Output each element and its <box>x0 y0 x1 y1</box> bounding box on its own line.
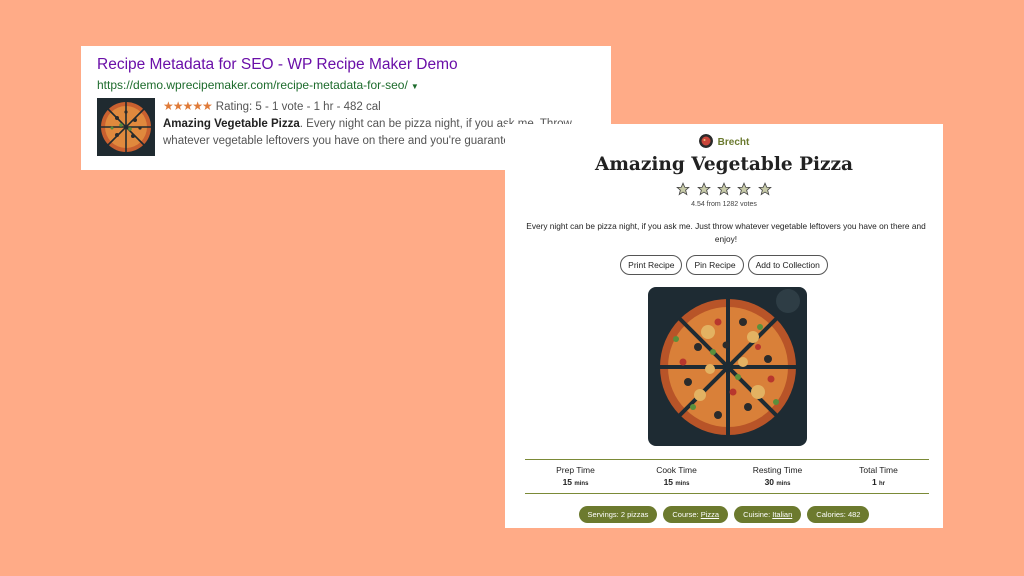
search-result-url[interactable]: https://demo.wprecipemaker.com/recipe-me… <box>97 78 597 92</box>
author-avatar <box>698 134 713 148</box>
prep-time-value: 15 mins <box>562 477 589 487</box>
recipe-card: Brecht Amazing Vegetable Pizza 4.54 from… <box>505 124 943 528</box>
star-icon[interactable] <box>737 182 752 196</box>
recipe-tags: Servings: 2 pizzas Course: Pizza Cuisine… <box>505 506 943 523</box>
author-name[interactable]: Brecht <box>718 137 750 148</box>
total-time-label: Total Time <box>859 465 898 475</box>
recipe-buttons: Print Recipe Pin Recipe Add to Collectio… <box>505 255 943 275</box>
recipe-image <box>648 287 807 446</box>
rating-stars-icon: ★★★★★ <box>163 99 213 113</box>
prep-time-label: Prep Time <box>556 465 595 475</box>
pizza-thumbnail <box>97 98 155 156</box>
prep-time: Prep Time 15 mins <box>525 460 626 493</box>
dropdown-caret-icon[interactable]: ▼ <box>411 82 419 91</box>
star-icon[interactable] <box>696 182 711 196</box>
recipe-summary: Every night can be pizza night, if you a… <box>526 221 926 244</box>
add-to-collection-button[interactable]: Add to Collection <box>747 255 828 275</box>
calories-tag: Calories: 482 <box>807 506 870 523</box>
resting-time: Resting Time 30 mins <box>727 460 828 493</box>
star-icon[interactable] <box>717 182 731 196</box>
cook-time: Cook Time 15 mins <box>626 460 727 493</box>
search-result-title[interactable]: Recipe Metadata for SEO - WP Recipe Make… <box>97 56 597 74</box>
search-result-rating-meta: Rating: 5 - 1 vote - 1 hr - 482 cal <box>215 101 381 113</box>
resting-time-value: 30 mins <box>764 477 791 487</box>
course-tag: Course: Pizza <box>663 506 729 523</box>
cuisine-link[interactable]: Italian <box>772 510 792 519</box>
recipe-times: Prep Time 15 mins Cook Time 15 mins Rest… <box>525 459 929 494</box>
rating-stars[interactable] <box>505 182 943 201</box>
total-time: Total Time 1 hr <box>828 460 929 493</box>
snippet-recipe-name: Amazing Vegetable Pizza <box>163 118 300 130</box>
rating-votes: 4.54 from 1282 votes <box>691 201 757 208</box>
resting-time-label: Resting Time <box>752 465 803 475</box>
star-icon[interactable] <box>758 182 772 196</box>
cuisine-tag: Cuisine: Italian <box>734 506 802 523</box>
pin-recipe-button[interactable]: Pin Recipe <box>686 255 744 275</box>
recipe-title: Amazing Vegetable Pizza <box>594 154 854 175</box>
course-link[interactable]: Pizza <box>701 510 719 519</box>
cook-time-label: Cook Time <box>656 465 697 475</box>
cook-time-value: 15 mins <box>663 477 690 487</box>
search-result-url-text[interactable]: https://demo.wprecipemaker.com/recipe-me… <box>97 78 408 92</box>
recipe-author[interactable]: Brecht <box>505 134 943 148</box>
total-time-value: 1 hr <box>871 477 886 487</box>
print-recipe-button[interactable]: Print Recipe <box>620 255 683 275</box>
star-icon[interactable] <box>676 182 690 196</box>
servings-tag[interactable]: Servings: 2 pizzas <box>578 506 658 523</box>
